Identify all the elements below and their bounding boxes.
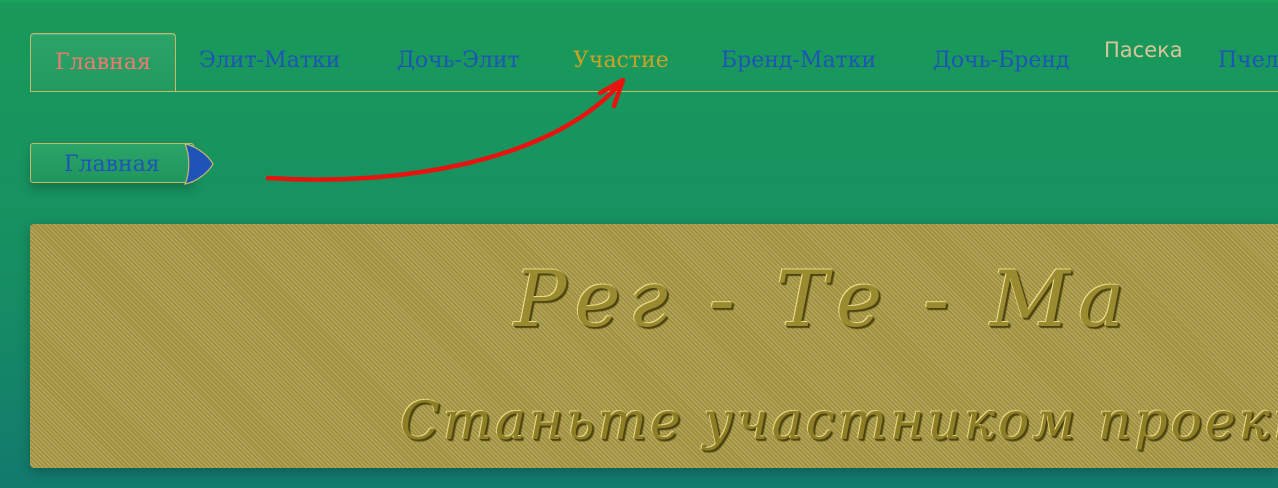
- breadcrumb-home[interactable]: Главная: [30, 143, 194, 183]
- breadcrumb-chevron-icon: [183, 143, 214, 185]
- tab-elit-matki[interactable]: Элит-Матки: [199, 47, 340, 75]
- tab-glavnaya[interactable]: Главная: [30, 33, 176, 91]
- tab-doch-brend[interactable]: Дочь-Бренд: [933, 47, 1070, 75]
- tab-doch-elit[interactable]: Дочь-Элит: [397, 47, 520, 75]
- top-accent-line: [0, 0, 1278, 3]
- main-navigation-tabs: Главная Элит-Матки Дочь-Элит Участие Бре…: [30, 33, 1278, 92]
- tab-pchel[interactable]: Пчел: [1218, 47, 1278, 75]
- tab-brend-matki[interactable]: Бренд-Матки: [721, 47, 876, 75]
- tab-paseka[interactable]: Пасека: [1104, 36, 1183, 64]
- banner-subtitle: Станьте участником проекта: [400, 392, 1278, 452]
- tab-uchastie[interactable]: Участие: [573, 47, 669, 75]
- banner-title: Рег - Те - Ма: [514, 255, 1133, 345]
- hero-banner: Рег - Те - Ма Станьте участником проекта: [30, 224, 1278, 468]
